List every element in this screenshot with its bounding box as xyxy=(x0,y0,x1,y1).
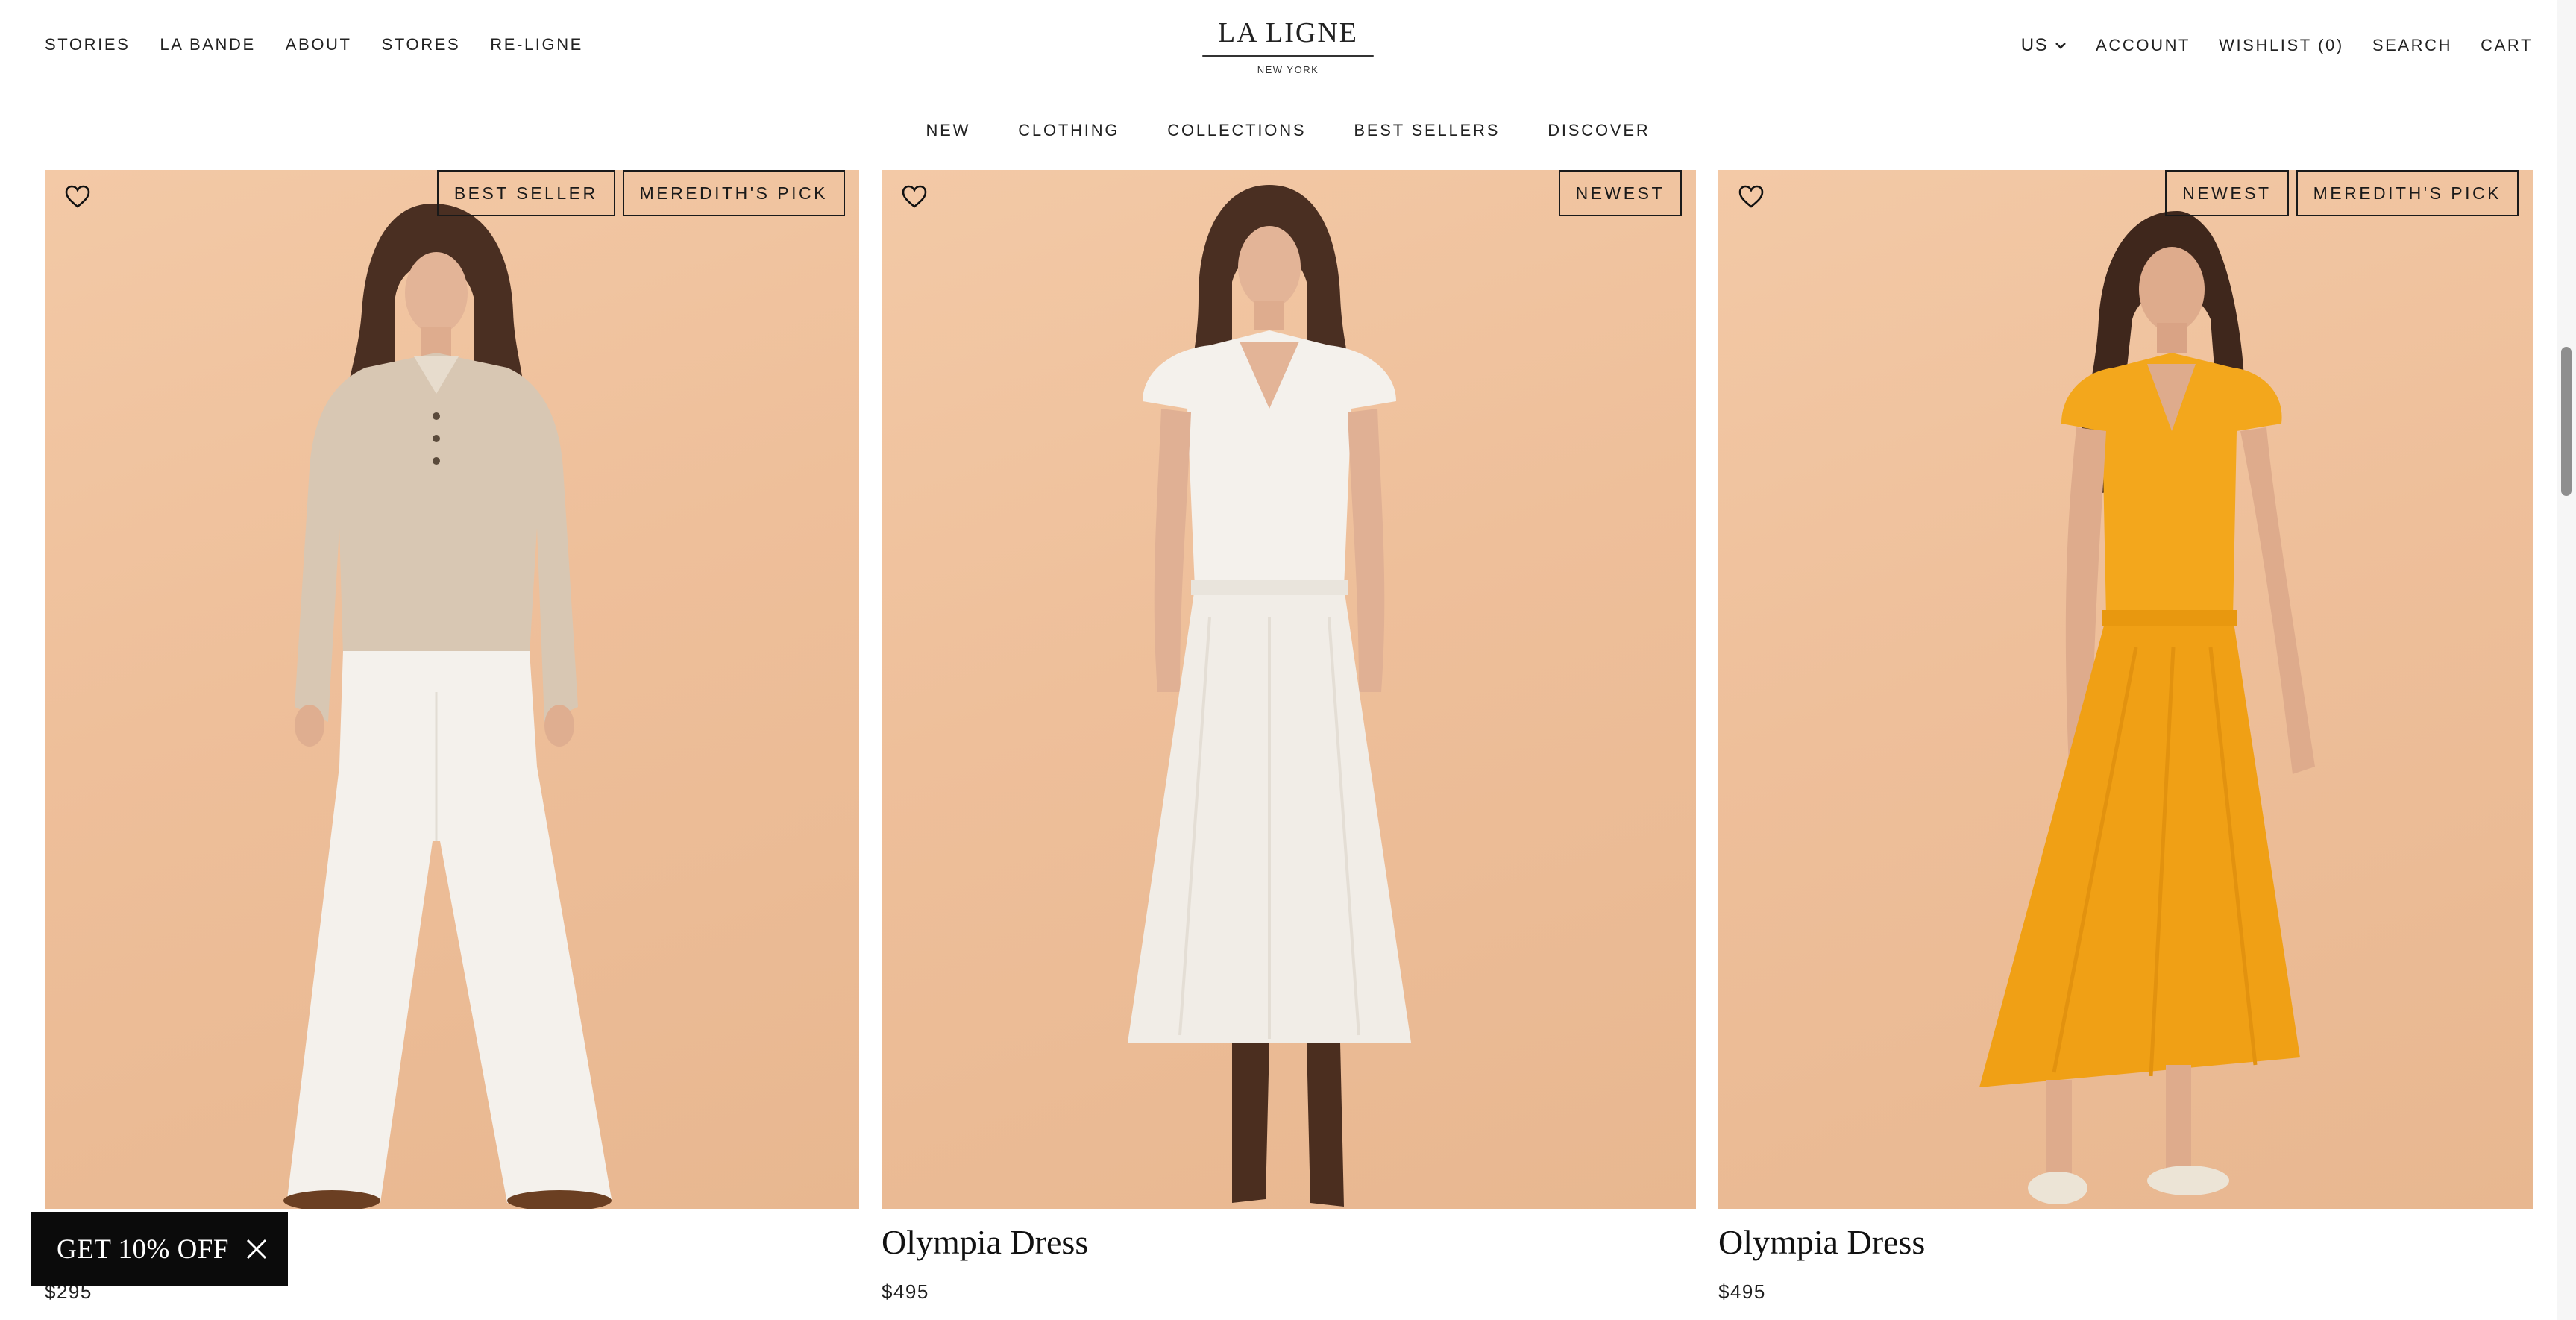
nav-link-la-bande[interactable]: LA BANDE xyxy=(160,35,255,54)
discount-promo-button[interactable]: GET 10% OFF xyxy=(31,1212,288,1286)
model-in-white-dress-image xyxy=(1128,185,1411,1207)
primary-nav-right: US ACCOUNT WISHLIST (0) SEARCH CART xyxy=(2021,35,2533,56)
nav-link-wishlist[interactable]: WISHLIST (0) xyxy=(2219,36,2344,55)
site-header: STORIES LA BANDE ABOUT STORES RE-LIGNE L… xyxy=(0,0,2576,92)
category-link-collections[interactable]: COLLECTIONS xyxy=(1167,121,1306,143)
brand-logo[interactable]: LA LIGNE NEW YORK xyxy=(1202,16,1374,75)
promo-label: GET 10% OFF xyxy=(57,1233,229,1265)
badge-best-seller: BEST SELLER xyxy=(436,170,615,216)
nav-link-about[interactable]: ABOUT xyxy=(286,35,352,54)
nav-link-re-ligne[interactable]: RE-LIGNE xyxy=(490,35,583,54)
wishlist-heart-icon[interactable] xyxy=(901,183,928,210)
badge-newest: NEWEST xyxy=(2165,170,2289,216)
product-card[interactable]: NEWEST Olympia Dress $495 xyxy=(882,170,1696,1304)
logo-subtitle: NEW YORK xyxy=(1257,64,1319,75)
logo-underline xyxy=(1202,55,1374,57)
category-link-discover[interactable]: DISCOVER xyxy=(1548,121,1650,143)
category-link-new[interactable]: NEW xyxy=(926,121,970,143)
category-link-best-sellers[interactable]: BEST SELLERS xyxy=(1354,121,1500,143)
product-image[interactable]: BEST SELLER MEREDITH'S PICK xyxy=(45,170,859,1209)
product-card[interactable]: NEWEST MEREDITH'S PICK Olympia Dress $49… xyxy=(1718,170,2533,1304)
chevron-down-icon xyxy=(2055,43,2066,49)
model-in-yellow-dress-image xyxy=(1979,211,2315,1204)
badge-merediths-pick: MEREDITH'S PICK xyxy=(2296,170,2519,216)
product-card[interactable]: BEST SELLER MEREDITH'S PICK $295 xyxy=(45,170,859,1304)
nav-link-cart[interactable]: CART xyxy=(2481,36,2533,55)
category-link-clothing[interactable]: CLOTHING xyxy=(1018,121,1119,143)
nav-link-account[interactable]: ACCOUNT xyxy=(2096,36,2190,55)
nav-link-stores[interactable]: STORES xyxy=(382,35,461,54)
logo-wordmark: LA LIGNE xyxy=(1217,17,1359,48)
badge-merediths-pick: MEREDITH'S PICK xyxy=(622,170,845,216)
badge-group: NEWEST MEREDITH'S PICK xyxy=(2165,170,2519,216)
nav-link-search[interactable]: SEARCH xyxy=(2372,36,2452,55)
badge-newest: NEWEST xyxy=(1558,170,1682,216)
badge-group: NEWEST xyxy=(1558,170,1682,216)
product-name[interactable]: Olympia Dress xyxy=(882,1221,1696,1264)
product-name[interactable]: Olympia Dress xyxy=(1718,1221,2533,1264)
scrollbar-track[interactable] xyxy=(2557,0,2576,1320)
wishlist-heart-icon[interactable] xyxy=(1738,183,1765,210)
product-price: $495 xyxy=(882,1280,929,1303)
country-selector[interactable]: US xyxy=(2021,35,2067,56)
nav-link-stories[interactable]: STORIES xyxy=(45,35,130,54)
product-image[interactable]: NEWEST xyxy=(882,170,1696,1209)
wishlist-heart-icon[interactable] xyxy=(64,183,91,210)
product-price: $495 xyxy=(1718,1280,1766,1303)
close-icon[interactable] xyxy=(243,1236,270,1263)
model-in-sweater-and-trousers-image xyxy=(283,204,612,1209)
scrollbar-thumb[interactable] xyxy=(2561,347,2572,496)
country-label: US xyxy=(2020,35,2049,55)
badge-group: BEST SELLER MEREDITH'S PICK xyxy=(436,170,845,216)
product-image[interactable]: NEWEST MEREDITH'S PICK xyxy=(1718,170,2533,1209)
primary-nav-left: STORIES LA BANDE ABOUT STORES RE-LIGNE xyxy=(45,35,583,54)
category-nav: NEW CLOTHING COLLECTIONS BEST SELLERS DI… xyxy=(0,121,2576,143)
